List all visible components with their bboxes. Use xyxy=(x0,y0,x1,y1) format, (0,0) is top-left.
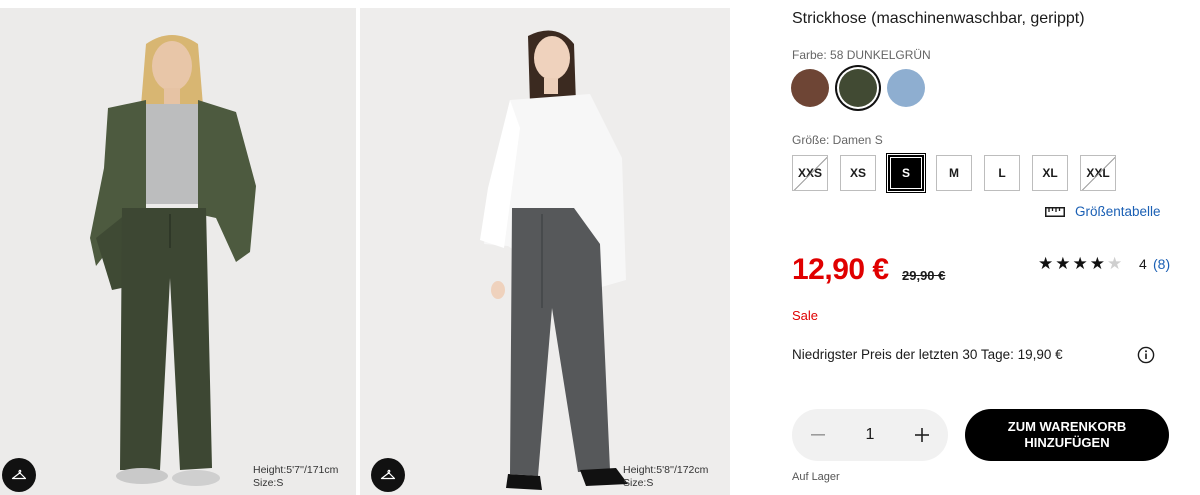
model-photo-grey-outfit xyxy=(480,30,628,490)
size-option-xl[interactable]: XL xyxy=(1032,155,1068,191)
ruler-icon xyxy=(1045,206,1065,217)
size-option-xxl[interactable]: XXL xyxy=(1080,155,1116,191)
minus-icon xyxy=(811,434,825,436)
hanger-icon xyxy=(11,469,27,480)
product-image-1[interactable]: Height:5'7''/171cm Size:S xyxy=(0,8,356,495)
info-icon[interactable] xyxy=(1137,346,1155,364)
size-option-s[interactable]: S xyxy=(886,153,926,193)
model-height-label: Height:5'8''/172cm xyxy=(623,464,709,476)
size-option-xs[interactable]: XS xyxy=(840,155,876,191)
size-label: Größe: Damen S xyxy=(792,133,883,147)
size-option-xxs[interactable]: XXS xyxy=(792,155,828,191)
hanger-icon xyxy=(380,469,396,480)
model-photo-green-outfit xyxy=(90,35,256,486)
quantity-value[interactable]: 1 xyxy=(852,426,888,444)
add-to-cart-button[interactable]: ZUM WARENKORB HINZUFÜGEN xyxy=(965,409,1169,461)
star-icon: ★ xyxy=(1055,254,1073,273)
hanger-button-1[interactable] xyxy=(2,458,36,492)
sale-label: Sale xyxy=(792,308,819,323)
increase-quantity-button[interactable] xyxy=(907,420,937,450)
model-info-1: Height:5'7''/171cm Size:S xyxy=(253,464,338,490)
model-height-label: Height:5'7''/171cm xyxy=(253,464,339,476)
star-empty-icon: ★ xyxy=(1107,254,1125,273)
product-image-2[interactable]: Height:5'8''/172cm Size:S xyxy=(360,8,730,495)
sale-price: 12,90 € xyxy=(792,253,889,286)
color-swatch-light-blue[interactable] xyxy=(887,69,925,107)
size-chart-link[interactable]: Größentabelle xyxy=(1045,204,1161,219)
size-chart-label: Größentabelle xyxy=(1075,204,1161,219)
star-icon: ★ xyxy=(1089,254,1107,273)
color-swatch-brown[interactable] xyxy=(791,69,829,107)
stock-status: Auf Lager xyxy=(792,471,840,483)
review-count-link[interactable]: (8) xyxy=(1153,256,1170,272)
model-size-label: Size:S xyxy=(623,477,654,489)
star-icon: ★ xyxy=(1038,254,1056,273)
lowest-price-notice: Niedrigster Preis der letzten 30 Tage: 1… xyxy=(792,347,1063,362)
quantity-stepper: 1 xyxy=(792,409,948,461)
size-option-m[interactable]: M xyxy=(936,155,972,191)
color-label: Farbe: 58 DUNKELGRÜN xyxy=(792,48,931,62)
original-price: 29,90 € xyxy=(902,268,946,283)
decrease-quantity-button[interactable] xyxy=(803,420,833,450)
hanger-button-2[interactable] xyxy=(371,458,405,492)
rating-stars: ★★★★★ xyxy=(1038,254,1124,274)
star-icon: ★ xyxy=(1072,254,1090,273)
size-option-l[interactable]: L xyxy=(984,155,1020,191)
product-title: Strickhose (maschinenwaschbar, gerippt) xyxy=(792,10,1085,27)
rating-value: 4 xyxy=(1139,256,1147,272)
model-info-2: Height:5'8''/172cm Size:S xyxy=(623,464,708,490)
model-size-label: Size:S xyxy=(253,477,284,489)
plus-icon xyxy=(915,428,929,442)
color-swatch-dark-green[interactable] xyxy=(839,69,877,107)
